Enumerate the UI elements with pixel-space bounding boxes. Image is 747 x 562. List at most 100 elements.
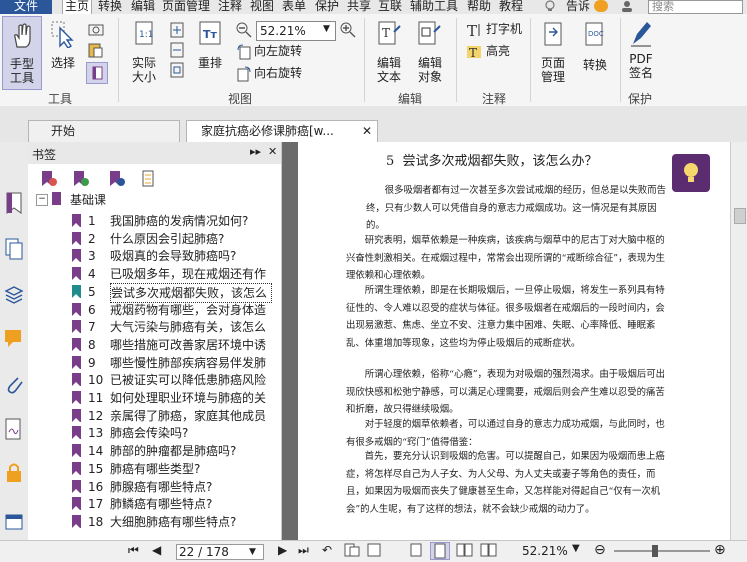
camera-icon[interactable]: [88, 22, 104, 39]
menu-view[interactable]: 视图: [250, 0, 274, 14]
highlight-icon[interactable]: T: [466, 44, 482, 63]
tab-document[interactable]: 家庭抗癌必修课肺癌[w... ✕: [186, 120, 378, 143]
rotate-left-icon[interactable]: [236, 44, 252, 63]
file-menu[interactable]: 文件: [0, 0, 52, 14]
comments-panel-icon[interactable]: [4, 328, 24, 351]
next-page-icon[interactable]: ▶: [278, 543, 287, 557]
form-panel-icon[interactable]: [4, 512, 24, 535]
menu-convert[interactable]: 转换: [98, 0, 122, 14]
menu-share[interactable]: 共享: [347, 0, 371, 14]
bookmark-item[interactable]: 7 大气污染与肺癌有关，该怎么: [28, 318, 281, 336]
lightbulb-icon[interactable]: [544, 0, 556, 14]
search-input[interactable]: 搜索: [648, 0, 743, 14]
actual-size-button[interactable]: 1:1 实际 大小: [126, 18, 162, 88]
bookmark-root-label[interactable]: 基础课: [70, 191, 106, 208]
last-page-icon[interactable]: ⏭: [298, 543, 309, 558]
bookmark-item[interactable]: 12 亲属得了肺癌，家庭其他成员: [28, 407, 281, 425]
typewriter-icon[interactable]: T: [466, 22, 482, 41]
bookmark-panel-icon[interactable]: [4, 192, 24, 217]
menu-tutorial[interactable]: 教程: [499, 0, 523, 14]
zoom-out-icon[interactable]: [236, 22, 252, 41]
zoom-in-icon[interactable]: [340, 22, 356, 41]
close-icon[interactable]: ✕: [362, 121, 372, 141]
zoom-slider[interactable]: [614, 545, 710, 557]
add-bookmark-icon[interactable]: [72, 170, 90, 191]
bookmark-item[interactable]: 13 肺癌会传染吗?: [28, 424, 281, 442]
pages-panel-icon[interactable]: [4, 238, 24, 263]
hand-tool-button[interactable]: 手型 工具: [2, 16, 42, 90]
chevron-down-icon[interactable]: ▼: [572, 543, 580, 554]
signature-panel-icon[interactable]: [4, 418, 24, 443]
single-page-view-icon[interactable]: [408, 543, 424, 560]
continuous-facing-view-icon[interactable]: [480, 543, 498, 560]
bookmark-item[interactable]: 3 吸烟真的会导致肺癌吗?: [28, 247, 281, 265]
bookmark-item[interactable]: 1 我国肺癌的发病情况如何?: [28, 212, 281, 230]
bookmark-item[interactable]: 18 大细胞肺癌有哪些特点?: [28, 513, 281, 531]
add-child-bookmark-icon[interactable]: [108, 170, 126, 191]
bookmark-item[interactable]: 15 肺癌有哪些类型?: [28, 460, 281, 478]
zoom-out-icon[interactable]: ⊖: [594, 542, 606, 558]
prev-page-icon[interactable]: ◀: [152, 543, 161, 557]
tree-collapse-toggle[interactable]: −: [36, 194, 48, 206]
reflow-button[interactable]: Tт 重排: [194, 18, 226, 88]
pdf-sign-button[interactable]: PDF 签名: [626, 18, 656, 88]
fit-width-icon[interactable]: [168, 42, 186, 61]
bookmark-item[interactable]: 17 肺鳞癌有哪些特点?: [28, 495, 281, 513]
menu-annotate[interactable]: 注释: [218, 0, 242, 14]
edit-object-button[interactable]: 编辑 对象: [412, 18, 448, 88]
zoom-slider-thumb[interactable]: [652, 545, 658, 557]
tab-start[interactable]: 开始: [28, 120, 180, 143]
menu-page-manage[interactable]: 页面管理: [162, 0, 210, 14]
go-back-icon[interactable]: ↶: [322, 543, 332, 557]
document-scrollbar[interactable]: [730, 142, 747, 540]
heart-icon[interactable]: [594, 0, 608, 12]
bookmark-item[interactable]: 2 什么原因会引起肺癌?: [28, 230, 281, 248]
fit-visible-icon[interactable]: [168, 62, 186, 81]
menu-connect[interactable]: 互联: [378, 0, 402, 14]
menu-edit[interactable]: 编辑: [131, 0, 155, 14]
highlight-area-icon[interactable]: [86, 62, 108, 84]
tell-me-text[interactable]: 告诉: [566, 0, 590, 14]
menu-help[interactable]: 帮助: [467, 0, 491, 14]
tips-lightbulb-button[interactable]: [672, 154, 710, 192]
menu-accessibility[interactable]: 辅助工具: [410, 0, 458, 14]
user-icon[interactable]: [620, 0, 634, 14]
bookmark-item[interactable]: 11 如何处理职业环境与肺癌的关: [28, 389, 281, 407]
zoom-in-icon[interactable]: ⊕: [714, 542, 726, 558]
bookmark-item[interactable]: 14 肺部的肿瘤都是肺癌吗?: [28, 442, 281, 460]
rotate-right-button[interactable]: 向右旋转: [254, 66, 302, 80]
page-number-input[interactable]: 22 / 178 ▼: [176, 544, 264, 560]
attachment-icon[interactable]: [4, 372, 24, 397]
menu-form[interactable]: 表单: [282, 0, 306, 14]
bookmark-item[interactable]: 5 尝试多次戒烟都失败，该怎么: [28, 282, 281, 303]
bookmark-options-icon[interactable]: [140, 170, 158, 191]
menu-protect[interactable]: 保护: [315, 0, 339, 14]
page-manage-button[interactable]: 页面 管理: [536, 18, 570, 88]
facing-view-icon[interactable]: [456, 543, 474, 560]
first-page-icon[interactable]: ⏮: [128, 543, 139, 558]
view-single-icon[interactable]: [344, 543, 360, 560]
layers-panel-icon[interactable]: [4, 284, 24, 307]
typewriter-button[interactable]: 打字机: [486, 22, 522, 36]
select-button[interactable]: 选择: [48, 18, 78, 88]
close-icon[interactable]: ✕: [268, 145, 277, 158]
menu-home[interactable]: 主页: [62, 0, 93, 14]
bookmark-item[interactable]: 10 已被证实可以降低患肺癌风险: [28, 371, 281, 389]
continuous-view-icon[interactable]: [430, 542, 450, 560]
bookmark-item[interactable]: 6 戒烟药物有哪些，会对身体造: [28, 301, 281, 319]
clipboard-icon[interactable]: [88, 42, 108, 61]
document-page[interactable]: 5 尝试多次戒烟都失败，该怎么办？ 很多吸烟者都有过一次甚至多次尝试戒烟的经历，…: [298, 142, 730, 540]
zoom-select[interactable]: 52.21% ▼: [256, 21, 336, 41]
bookmark-item[interactable]: 4 已吸烟多年，现在戒烟还有作: [28, 265, 281, 283]
bookmark-item[interactable]: 8 哪些措施可改善家居环境中诱: [28, 336, 281, 354]
security-lock-icon[interactable]: [4, 462, 24, 487]
rotate-right-icon[interactable]: [236, 66, 252, 85]
fit-page-icon[interactable]: [168, 22, 186, 41]
scrollbar-thumb[interactable]: [734, 208, 746, 224]
collapse-panel-icon[interactable]: ▸▸: [250, 145, 261, 158]
edit-text-button[interactable]: T 编辑 文本: [372, 18, 406, 88]
rotate-left-button[interactable]: 向左旋转: [254, 44, 302, 58]
view-continuous-icon[interactable]: [366, 543, 382, 560]
bookmark-item[interactable]: 9 哪些慢性肺部疾病容易伴发肺: [28, 354, 281, 372]
bookmark-item[interactable]: 16 肺腺癌有哪些特点?: [28, 478, 281, 496]
